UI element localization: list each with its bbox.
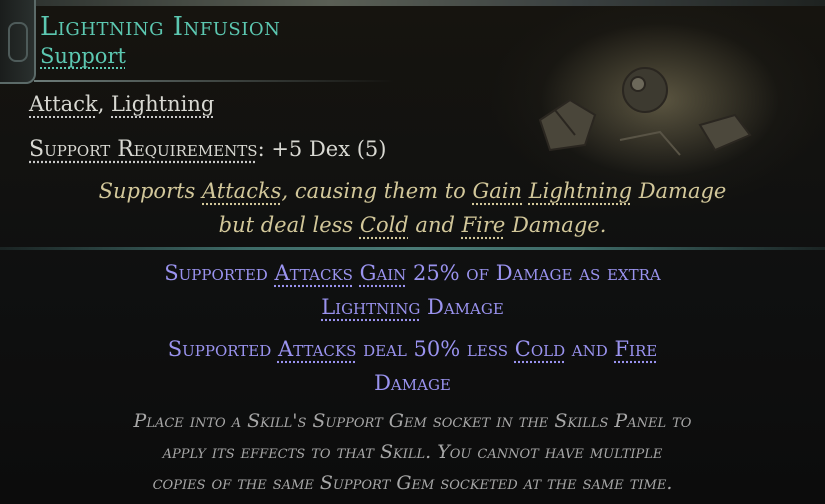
requirements-value: +5 Dex (5) xyxy=(271,137,387,161)
keyword-attacks[interactable]: Attacks xyxy=(202,179,281,203)
gem-tooltip: Lightning Infusion Support Attack, Light… xyxy=(0,0,825,504)
modifier-line: Supported Attacks deal 50% less Cold and… xyxy=(0,332,825,366)
modifier-gain-lightning: Supported Attacks Gain 25% of Damage as … xyxy=(0,256,825,324)
tooltip-top-border xyxy=(0,0,825,6)
keyword-fire[interactable]: Fire xyxy=(614,337,657,361)
modifier-text: 25% of Damage as extra xyxy=(406,261,661,285)
gem-illustration xyxy=(538,67,752,156)
gem-tags: Attack, Lightning xyxy=(29,92,214,116)
modifier-text: Supported xyxy=(167,337,278,361)
frame-ornament xyxy=(0,0,36,84)
gem-name: Lightning Infusion xyxy=(40,12,281,42)
description-text: Supports xyxy=(98,179,202,203)
keyword-gain[interactable]: Gain xyxy=(360,261,407,285)
gem-flavour-text: Place into a Skill's Support Gem socket … xyxy=(0,406,825,499)
modifier-line: Supported Attacks Gain 25% of Damage as … xyxy=(0,256,825,290)
modifier-text: Damage xyxy=(374,371,451,395)
tag-attack[interactable]: Attack xyxy=(29,92,98,116)
keyword-fire[interactable]: Fire xyxy=(462,213,506,237)
requirements-label[interactable]: Support Requirements xyxy=(29,137,258,162)
modifier-line: Lightning Damage xyxy=(0,290,825,324)
description-line-1: Supports Attacks, causing them to Gain L… xyxy=(0,174,825,208)
keyword-lightning[interactable]: Lightning xyxy=(321,295,420,319)
keyword-lightning[interactable]: Lightning xyxy=(529,179,632,203)
tag-lightning[interactable]: Lightning xyxy=(111,92,214,116)
gem-type-link[interactable]: Support xyxy=(40,44,126,68)
modifier-line: Damage xyxy=(0,366,825,400)
modifier-text: and xyxy=(565,337,615,361)
tag-separator: , xyxy=(97,92,112,116)
requirements-colon: : xyxy=(257,137,265,161)
keyword-attacks[interactable]: Attacks xyxy=(278,337,356,361)
modifier-less-cold-fire: Supported Attacks deal 50% less Cold and… xyxy=(0,332,825,400)
description-line-2: but deal less Cold and Fire Damage. xyxy=(0,208,825,242)
modifier-text xyxy=(353,261,360,285)
description-text: Damage xyxy=(632,179,727,203)
modifier-text: Damage xyxy=(420,295,504,319)
modifier-text: deal 50% less xyxy=(356,337,515,361)
description-text: Damage. xyxy=(505,213,607,237)
description-text xyxy=(522,179,529,203)
support-requirements: Support Requirements: +5 Dex (5) xyxy=(29,137,387,162)
keyword-gain[interactable]: Gain xyxy=(473,179,523,203)
flavour-line-2: apply its effects to that Skill. You can… xyxy=(162,441,663,463)
description-text: , causing them to xyxy=(281,179,473,203)
description-text: but deal less xyxy=(218,213,360,237)
header-divider xyxy=(34,80,394,82)
modifier-text: Supported xyxy=(164,261,275,285)
flavour-line-1: Place into a Skill's Support Gem socket … xyxy=(133,410,692,432)
section-divider xyxy=(0,247,825,250)
description-text: and xyxy=(408,213,462,237)
flavour-line-3: copies of the same Support Gem socketed … xyxy=(152,472,673,494)
gem-description: Supports Attacks, causing them to Gain L… xyxy=(0,174,825,242)
keyword-cold[interactable]: Cold xyxy=(515,337,565,361)
keyword-attacks[interactable]: Attacks xyxy=(274,261,352,285)
keyword-cold[interactable]: Cold xyxy=(360,213,409,237)
